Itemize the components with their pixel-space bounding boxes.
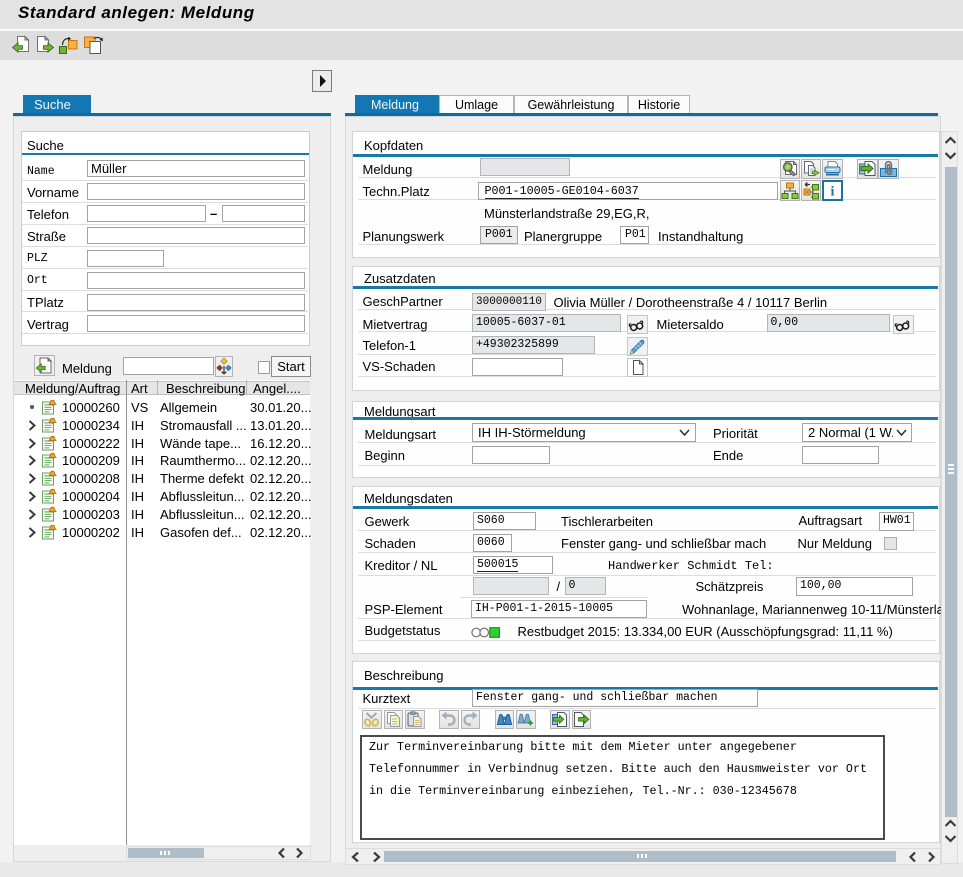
svg-text:i: i [831,185,835,200]
